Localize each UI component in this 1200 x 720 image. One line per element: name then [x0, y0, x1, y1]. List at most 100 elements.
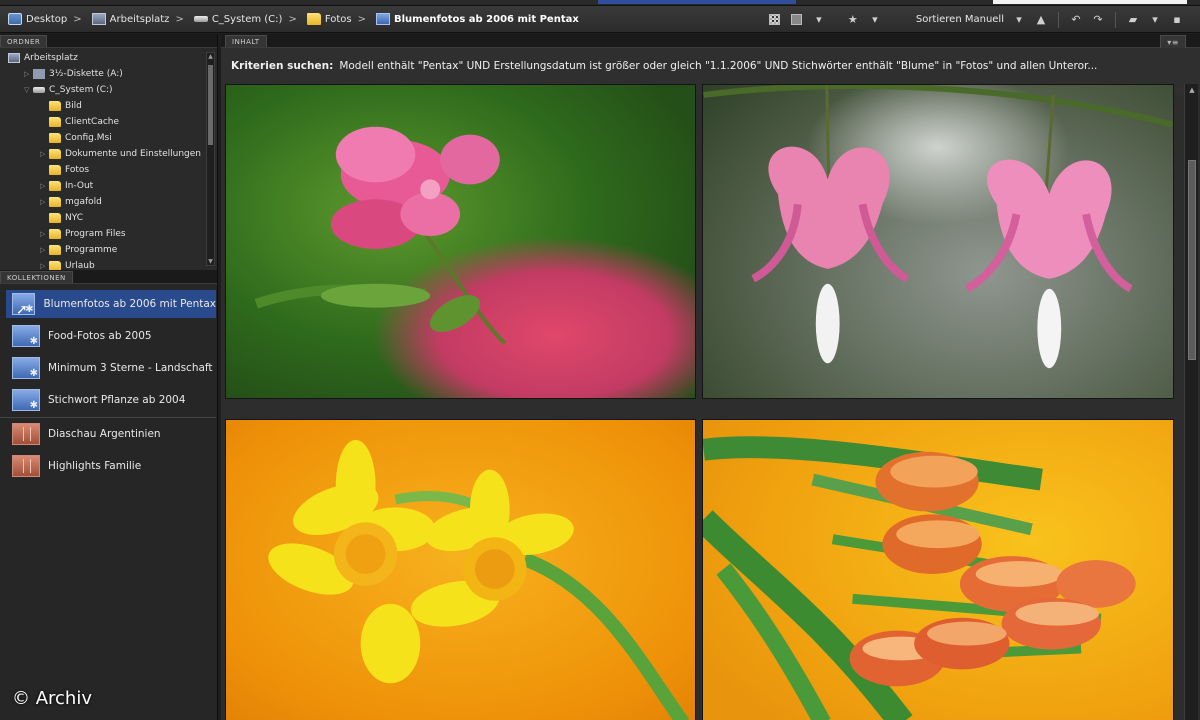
tree-item[interactable]: ▷ 3½-Diskette (A:)	[24, 66, 123, 81]
tree-item[interactable]: Arbeitsplatz	[8, 50, 78, 65]
scroll-up-icon[interactable]: ▲	[1185, 86, 1199, 94]
folder-icon	[49, 132, 61, 143]
expand-arrow-icon[interactable]: ▷	[40, 262, 49, 270]
thumbnail-bleeding-heart[interactable]	[702, 84, 1174, 399]
chevron-right-icon[interactable]: >	[73, 14, 81, 25]
tab-collections[interactable]: KOLLEKTIONEN	[0, 271, 73, 283]
pink-rose-image	[254, 126, 507, 345]
expand-arrow-icon[interactable]: ▷	[40, 182, 49, 190]
rotate-right-icon[interactable]: ↷	[1089, 12, 1107, 28]
folders-panel-header: ORDNER	[0, 34, 217, 48]
search-box-edge[interactable]	[993, 0, 1187, 4]
collection-label: Minimum 3 Sterne - Landschaft	[48, 362, 213, 374]
thumbnail-daffodils[interactable]	[225, 419, 696, 720]
expand-arrow-icon[interactable]: ▷	[40, 150, 49, 158]
collections-divider	[0, 417, 216, 418]
collection-label: Highlights Familie	[48, 460, 142, 472]
breadcrumb-fotos[interactable]: Fotos >	[299, 6, 368, 32]
tulips-image	[703, 436, 1136, 720]
thumbnail-tulips[interactable]	[702, 419, 1174, 720]
expand-arrow-icon[interactable]: ▷	[40, 198, 49, 206]
sort-ascending-button[interactable]: ▲	[1032, 12, 1050, 28]
bleeding-heart-image	[703, 85, 1173, 369]
scroll-up-icon[interactable]: ▲	[207, 53, 214, 60]
open-folder-icon[interactable]: ▰	[1124, 12, 1142, 28]
folder-icon	[49, 116, 61, 127]
collection-label: Diaschau Argentinien	[48, 428, 161, 440]
collections-list: Blumenfotos ab 2006 mit Pentax Food-Foto…	[0, 284, 217, 720]
list-icon	[791, 14, 803, 25]
tree-item[interactable]: ▽ C_System (C:)	[24, 82, 113, 97]
tree-item[interactable]: ▷ In-Out	[40, 178, 93, 193]
collapse-arrow-icon[interactable]: ▽	[24, 86, 33, 94]
tree-item[interactable]: Bild	[40, 98, 82, 113]
tree-item[interactable]: ▷ Urlaub	[40, 258, 95, 270]
collection-item[interactable]: Minimum 3 Sterne - Landschaft	[6, 354, 216, 382]
tree-item[interactable]: ClientCache	[40, 114, 119, 129]
scrollbar-thumb[interactable]	[208, 65, 213, 145]
smart-collection-icon	[375, 13, 390, 25]
drive-icon	[33, 86, 45, 93]
criteria-text: Modell enthält "Pentax" UND Erstellungsd…	[339, 60, 1098, 72]
tab-content[interactable]: INHALT	[225, 35, 267, 47]
trash-icon[interactable]: ▪	[1168, 12, 1186, 28]
collection-item[interactable]: Highlights Familie	[6, 452, 216, 480]
path-bar: Desktop > Arbeitsplatz > C_System (C:) >…	[0, 6, 1200, 33]
drive-icon	[193, 16, 208, 22]
tree-item[interactable]: Fotos	[40, 162, 89, 177]
folder-tree-scrollbar[interactable]: ▲ ▼	[206, 52, 215, 266]
tree-item[interactable]: Config.Msi	[40, 130, 112, 145]
folder-icon	[49, 148, 61, 159]
smart-collection-icon	[12, 325, 40, 347]
expand-arrow-icon[interactable]: ▷	[40, 230, 49, 238]
content-scrollbar[interactable]: ▲	[1184, 84, 1198, 720]
tree-item[interactable]: NYC	[40, 210, 83, 225]
list-view-button[interactable]	[788, 12, 806, 28]
sort-arrow-icon[interactable]: ▾	[1010, 12, 1028, 28]
tree-item[interactable]: ▷ mgafold	[40, 194, 102, 209]
collection-item[interactable]: Blumenfotos ab 2006 mit Pentax	[6, 290, 216, 318]
expand-arrow-icon[interactable]: ▷	[40, 246, 49, 254]
thumbnail-pink-rose[interactable]	[225, 84, 696, 399]
top-selection-highlight	[598, 0, 796, 4]
star-icon[interactable]: ★	[844, 12, 862, 28]
smart-collection-icon	[12, 389, 40, 411]
breadcrumb-desktop[interactable]: Desktop >	[0, 6, 84, 32]
tree-item[interactable]: ▷ Programme	[40, 242, 117, 257]
view-dropdown-button[interactable]: ▾	[810, 12, 828, 28]
folder-icon	[49, 228, 61, 239]
chevron-right-icon[interactable]: >	[288, 14, 296, 25]
breadcrumb-arbeitsplatz[interactable]: Arbeitsplatz >	[84, 6, 186, 32]
scrollbar-thumb[interactable]	[1188, 160, 1196, 360]
rotate-left-icon[interactable]: ↶	[1067, 12, 1085, 28]
floppy-icon	[33, 68, 45, 79]
folder-icon	[49, 100, 61, 111]
folder-icon	[306, 13, 321, 25]
toolbar-right: ▾ ★ ▾ Sortieren Manuell ▾ ▲ ↶ ↷ ▰ ▾ ▪	[764, 6, 1200, 33]
chevron-right-icon[interactable]: >	[358, 14, 366, 25]
breadcrumb-drive[interactable]: C_System (C:) >	[186, 6, 299, 32]
tree-item[interactable]: ▷ Program Files	[40, 226, 126, 241]
scroll-down-icon[interactable]: ▼	[207, 258, 214, 265]
tree-item[interactable]: ▷ Dokumente und Einstellungen	[40, 146, 201, 161]
breadcrumb-current-collection[interactable]: Blumenfotos ab 2006 mit Pentax	[368, 6, 581, 32]
collection-item[interactable]: Stichwort Pflanze ab 2004	[6, 386, 216, 414]
expand-arrow-icon[interactable]: ▷	[24, 70, 33, 78]
collection-label: Food-Fotos ab 2005	[48, 330, 152, 342]
sort-dropdown[interactable]: Sortieren Manuell	[916, 14, 1004, 25]
breadcrumb-label: Desktop	[26, 13, 68, 25]
collection-item[interactable]: Food-Fotos ab 2005	[6, 322, 216, 350]
folder-dropdown-button[interactable]: ▾	[1146, 12, 1164, 28]
rating-dropdown-button[interactable]: ▾	[866, 12, 884, 28]
daffodils-image	[268, 439, 690, 720]
collection-icon	[12, 423, 40, 445]
thumbnail-view-button[interactable]	[766, 12, 784, 28]
tab-folders[interactable]: ORDNER	[0, 35, 48, 47]
smart-collection-icon	[12, 357, 40, 379]
panel-menu-icon[interactable]: ▾≡	[1160, 35, 1186, 48]
collection-item[interactable]: Diaschau Argentinien	[6, 420, 216, 448]
breadcrumb-label: Fotos	[324, 13, 352, 25]
folder-icon	[49, 244, 61, 255]
folder-icon	[49, 260, 61, 270]
chevron-right-icon[interactable]: >	[175, 14, 183, 25]
